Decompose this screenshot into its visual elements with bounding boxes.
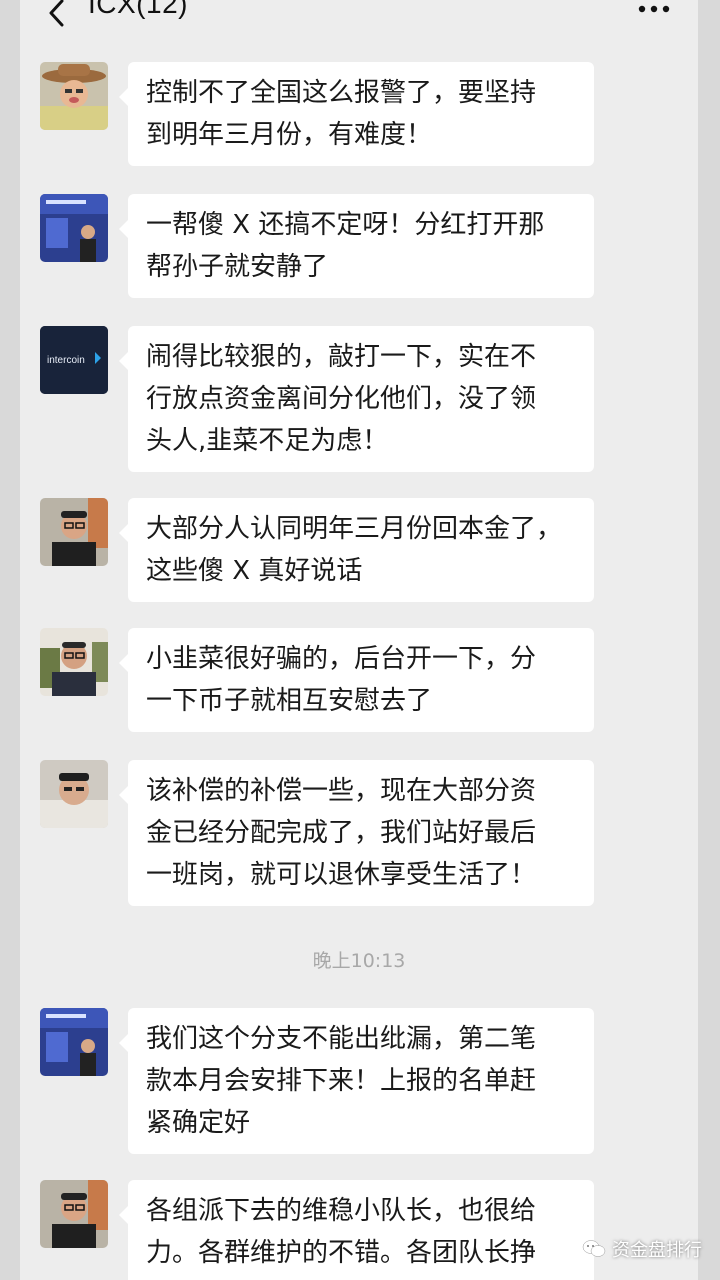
avatar-man-glasses[interactable] [40,498,108,566]
more-button[interactable] [634,0,674,24]
back-button[interactable] [40,0,74,30]
message-bubble[interactable]: 一帮傻 X 还搞不定呀！分红打开那 帮孙子就安静了 [119,194,594,298]
chat-title: ICX(12) [88,0,188,19]
message-bubble[interactable]: 小韭菜很好骗的，后台开一下，分 一下币子就相互安慰去了 [119,628,594,732]
message-bubble[interactable]: 控制不了全国这么报警了，要坚持 到明年三月份，有难度！ [119,62,594,166]
avatar-intercoin-logo[interactable]: intercoin [40,326,108,394]
avatar-stage-blue[interactable] [40,1008,108,1076]
chat-header: ICX(12) [20,0,698,40]
avatar-man-glasses[interactable] [40,1180,108,1248]
avatar-stage-blue[interactable] [40,194,108,262]
wechat-icon [582,1240,606,1257]
avatar-man-outdoor[interactable] [40,628,108,696]
more-dots-icon [638,5,670,13]
avatar-cowboy-hat[interactable] [40,62,108,130]
timestamp: 晚上10:13 [312,950,406,972]
message-bubble[interactable]: 大部分人认同明年三月份回本金了， 这些傻 X 真好说话 [119,498,594,602]
chevron-left-icon [49,0,64,27]
message-bubble[interactable]: 我们这个分支不能出纰漏，第二笔 款本月会安排下来！上报的名单赶 紧确定好 [119,1008,594,1154]
watermark: 资金盘排行 [582,1236,702,1262]
intercoin-logo-text: intercoin [47,355,85,366]
message-bubble[interactable]: 该补偿的补偿一些，现在大部分资 金已经分配完成了，我们站好最后 一班岗，就可以退… [119,760,594,906]
watermark-text: 资金盘排行 [612,1240,702,1261]
message-bubble[interactable]: 各组派下去的维稳小队长，也很给 力。各群维护的不错。各团队长挣 [119,1180,594,1280]
avatar-man-selfie[interactable] [40,760,108,828]
chat-window: ICX(12) 控制不了全国这么报警了，要坚持 到明年三月份，有难度！ 一帮傻 … [20,0,698,1280]
message-bubble[interactable]: 闹得比较狠的，敲打一下，实在不 行放点资金离间分化他们，没了领 头人,韭菜不足为… [119,326,594,472]
